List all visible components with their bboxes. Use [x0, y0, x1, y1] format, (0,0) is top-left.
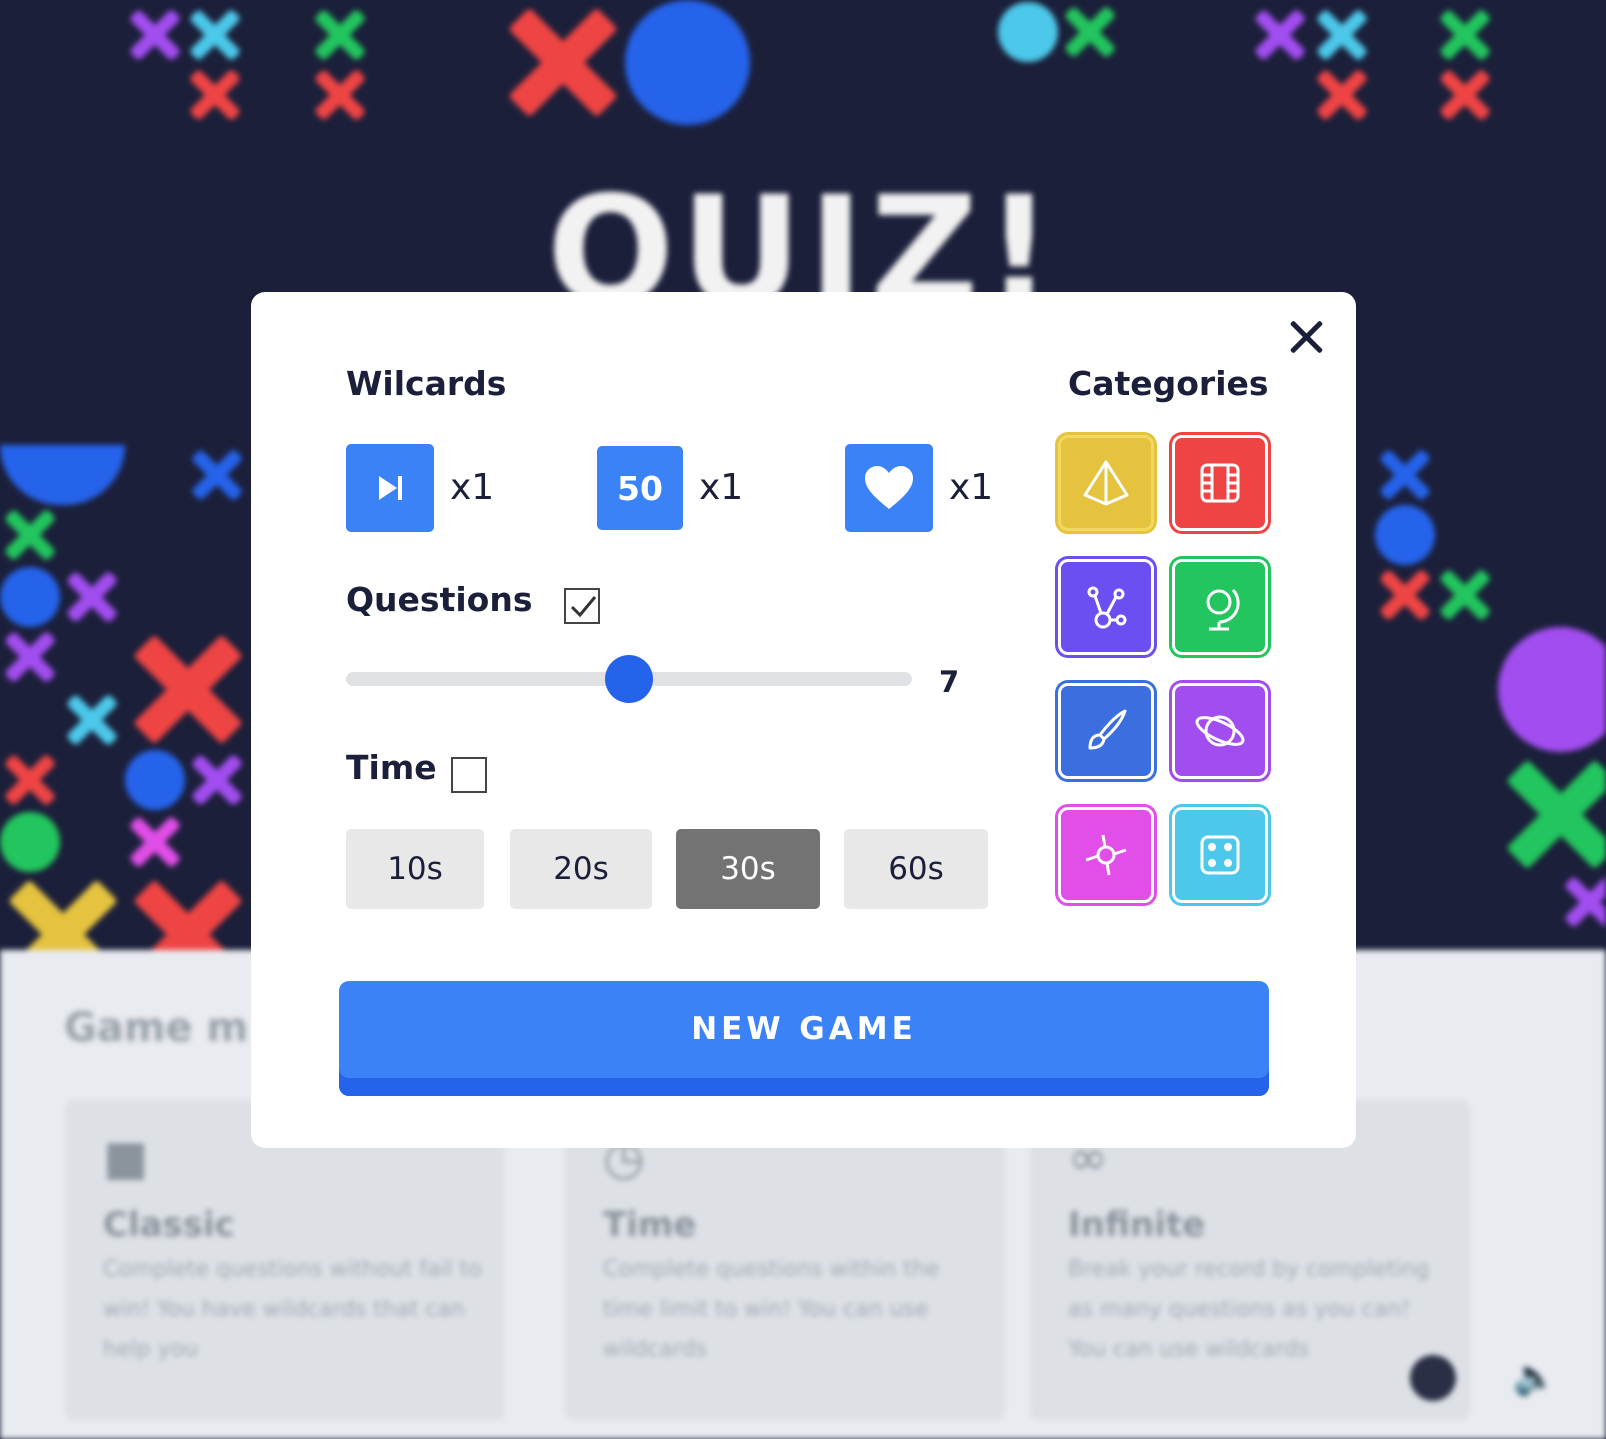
new-game-label: NEW GAME — [691, 1011, 917, 1047]
decor-cross — [125, 627, 250, 752]
skip-wildcard-count: x1 — [450, 467, 495, 508]
time-checkbox[interactable] — [451, 757, 487, 793]
film-icon — [1200, 463, 1240, 503]
dice-icon — [1200, 835, 1240, 875]
sport-icon — [1085, 834, 1127, 876]
heart-icon — [865, 466, 913, 509]
decor-circle — [0, 567, 60, 627]
decor-cross — [1560, 872, 1606, 932]
decor-cross — [187, 750, 247, 810]
category-sport[interactable] — [1058, 807, 1154, 903]
mode-title: Classic — [103, 1205, 235, 1245]
time-label: Time — [346, 748, 437, 787]
category-space[interactable] — [1172, 683, 1268, 779]
decor-cross — [0, 627, 60, 687]
time-option-30s[interactable]: 30s — [676, 829, 820, 909]
mode-description: Break your record by completing as many … — [1068, 1257, 1430, 1362]
mode-description: Complete questions without fail to win! … — [103, 1257, 482, 1362]
questions-label: Questions — [346, 580, 533, 619]
decor-cross — [185, 5, 245, 65]
gamepad-icon: ■ — [103, 1130, 149, 1186]
new-game-modal: Wilcards x1 50 x1 x1 Questions 7 Time 10… — [251, 292, 1356, 1148]
decor-cross — [62, 690, 122, 750]
category-art[interactable] — [1058, 683, 1154, 779]
decor-cross — [1435, 65, 1495, 125]
decor-cross — [1250, 5, 1310, 65]
sound-icon[interactable]: 🔈 — [1512, 1355, 1558, 1401]
category-games[interactable] — [1172, 807, 1268, 903]
decor-circle — [1375, 505, 1435, 565]
time-option-10s[interactable]: 10s — [346, 829, 484, 909]
category-pyramid[interactable] — [1058, 435, 1154, 531]
decor-cross — [0, 505, 60, 565]
pyramid-icon — [1083, 460, 1129, 506]
skip-wildcard-button[interactable] — [346, 444, 434, 532]
skip-icon — [379, 476, 402, 500]
decor-circle — [125, 750, 185, 810]
wildcards-label: Wilcards — [346, 364, 507, 403]
mode-card-infinite[interactable]: ∞ Infinite Break your record by completi… — [1030, 1100, 1470, 1420]
mode-description: Complete questions within the time limit… — [603, 1257, 940, 1362]
mode-card-classic[interactable]: ■ Classic Complete questions without fai… — [65, 1100, 505, 1420]
globe-icon — [1206, 588, 1240, 631]
decor-cross — [125, 5, 185, 65]
fifty-wildcard-button[interactable]: 50 — [597, 446, 683, 530]
time-option-60s[interactable]: 60s — [844, 829, 988, 909]
decor-cross — [187, 445, 247, 505]
category-science[interactable] — [1058, 559, 1154, 655]
fifty-wildcard-count: x1 — [699, 467, 744, 508]
decor-cross — [1375, 445, 1435, 505]
categories-label: Categories — [1068, 364, 1269, 403]
planet-icon — [1195, 715, 1245, 747]
questions-slider-thumb[interactable] — [605, 655, 653, 703]
decor-cross — [1435, 565, 1495, 625]
close-icon[interactable] — [1281, 312, 1331, 362]
decor-circle — [998, 2, 1058, 62]
decor-cross — [1060, 2, 1120, 62]
brush-icon — [1088, 709, 1127, 750]
decor-cross — [1312, 5, 1372, 65]
category-geography[interactable] — [1172, 559, 1268, 655]
category-film[interactable] — [1172, 435, 1268, 531]
heart-wildcard-count: x1 — [949, 467, 994, 508]
decor-cross — [310, 65, 370, 125]
heart-wildcard-button[interactable] — [845, 444, 933, 532]
new-game-button[interactable]: NEW GAME — [339, 981, 1269, 1096]
molecule-icon — [1087, 586, 1127, 629]
questions-checkbox[interactable] — [564, 588, 600, 624]
decor-cross — [1312, 65, 1372, 125]
decor-cross — [185, 65, 245, 125]
mode-card-time[interactable]: ◷ Time Complete questions within the tim… — [565, 1100, 1005, 1420]
decor-circle — [0, 812, 60, 872]
mode-title: Time — [603, 1205, 697, 1245]
decor-cross — [1375, 565, 1435, 625]
decor-cross — [310, 5, 370, 65]
decor-cross — [500, 0, 625, 125]
decor-cross — [0, 750, 60, 810]
decor-cross — [1498, 752, 1606, 877]
decor-cross — [1435, 5, 1495, 65]
info-button[interactable] — [1410, 1355, 1456, 1401]
decor-cross — [62, 567, 122, 627]
decor-cross — [125, 812, 185, 872]
game-modes-title: Game m — [64, 1005, 249, 1051]
questions-value: 7 — [939, 665, 960, 699]
time-option-20s[interactable]: 20s — [510, 829, 652, 909]
fifty-fifty-icon: 50 — [617, 468, 663, 508]
mode-title: Infinite — [1068, 1205, 1206, 1245]
checkmark-icon — [570, 596, 597, 618]
decor-circle — [625, 0, 750, 125]
